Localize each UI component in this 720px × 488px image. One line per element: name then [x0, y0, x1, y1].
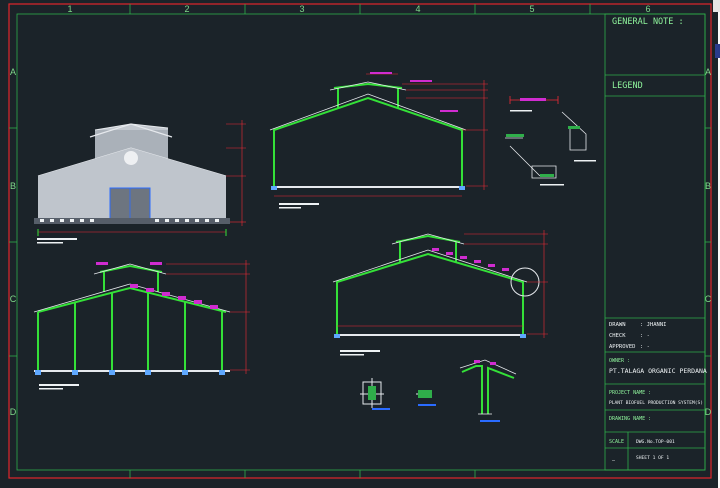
sheet-background	[0, 0, 718, 488]
column-label-5: 5	[529, 4, 534, 14]
row-label-d-left: D	[10, 407, 17, 417]
general-note-label: GENERAL NOTE :	[612, 17, 684, 27]
row-label-c-right: C	[705, 294, 712, 304]
check-value: : -	[640, 333, 650, 339]
owner-label: OWNER :	[609, 358, 630, 364]
row-label-d-right: D	[705, 407, 712, 417]
row-label-b-left: B	[10, 181, 16, 191]
drawing-name-label: DRAWING NAME :	[609, 416, 651, 422]
sheet-number: SHEET 1 OF 1	[636, 455, 669, 461]
scale-label: SCALE	[609, 439, 624, 445]
row-label-b-right: B	[705, 181, 711, 191]
right-edge-chip	[713, 0, 720, 12]
check-label: CHECK	[609, 333, 626, 339]
project-label: PROJECT NAME :	[609, 390, 651, 396]
drawing-canvas: 1 2 3 4 5 6 A B C D A B C D GENERAL NOTE…	[0, 0, 718, 488]
approved-value: : -	[640, 344, 650, 350]
column-label-2: 2	[184, 4, 189, 14]
drawn-label: DRAWN	[609, 322, 626, 328]
owner-value: PT.TALAGA ORGANIC PERDANA	[609, 367, 707, 375]
column-label-1: 1	[67, 4, 72, 14]
row-label-a-left: A	[10, 67, 16, 77]
column-label-6: 6	[645, 4, 650, 14]
row-label-a-right: A	[705, 67, 711, 77]
project-value: PLANT BIOFUEL PRODUCTION SYSTEM(S)	[609, 400, 703, 406]
right-edge-marker	[715, 44, 720, 58]
row-label-c-left: C	[10, 294, 17, 304]
scale-value: DWG.No.TOP-001	[636, 439, 675, 445]
approved-label: APPROVED	[609, 344, 636, 350]
column-label-4: 4	[415, 4, 420, 14]
cad-drawing-sheet: 1 2 3 4 5 6 A B C D A B C D GENERAL NOTE…	[0, 0, 720, 488]
column-label-3: 3	[299, 4, 304, 14]
drawn-value: : JHANNI	[640, 322, 667, 328]
legend-label: LEGEND	[612, 81, 643, 91]
